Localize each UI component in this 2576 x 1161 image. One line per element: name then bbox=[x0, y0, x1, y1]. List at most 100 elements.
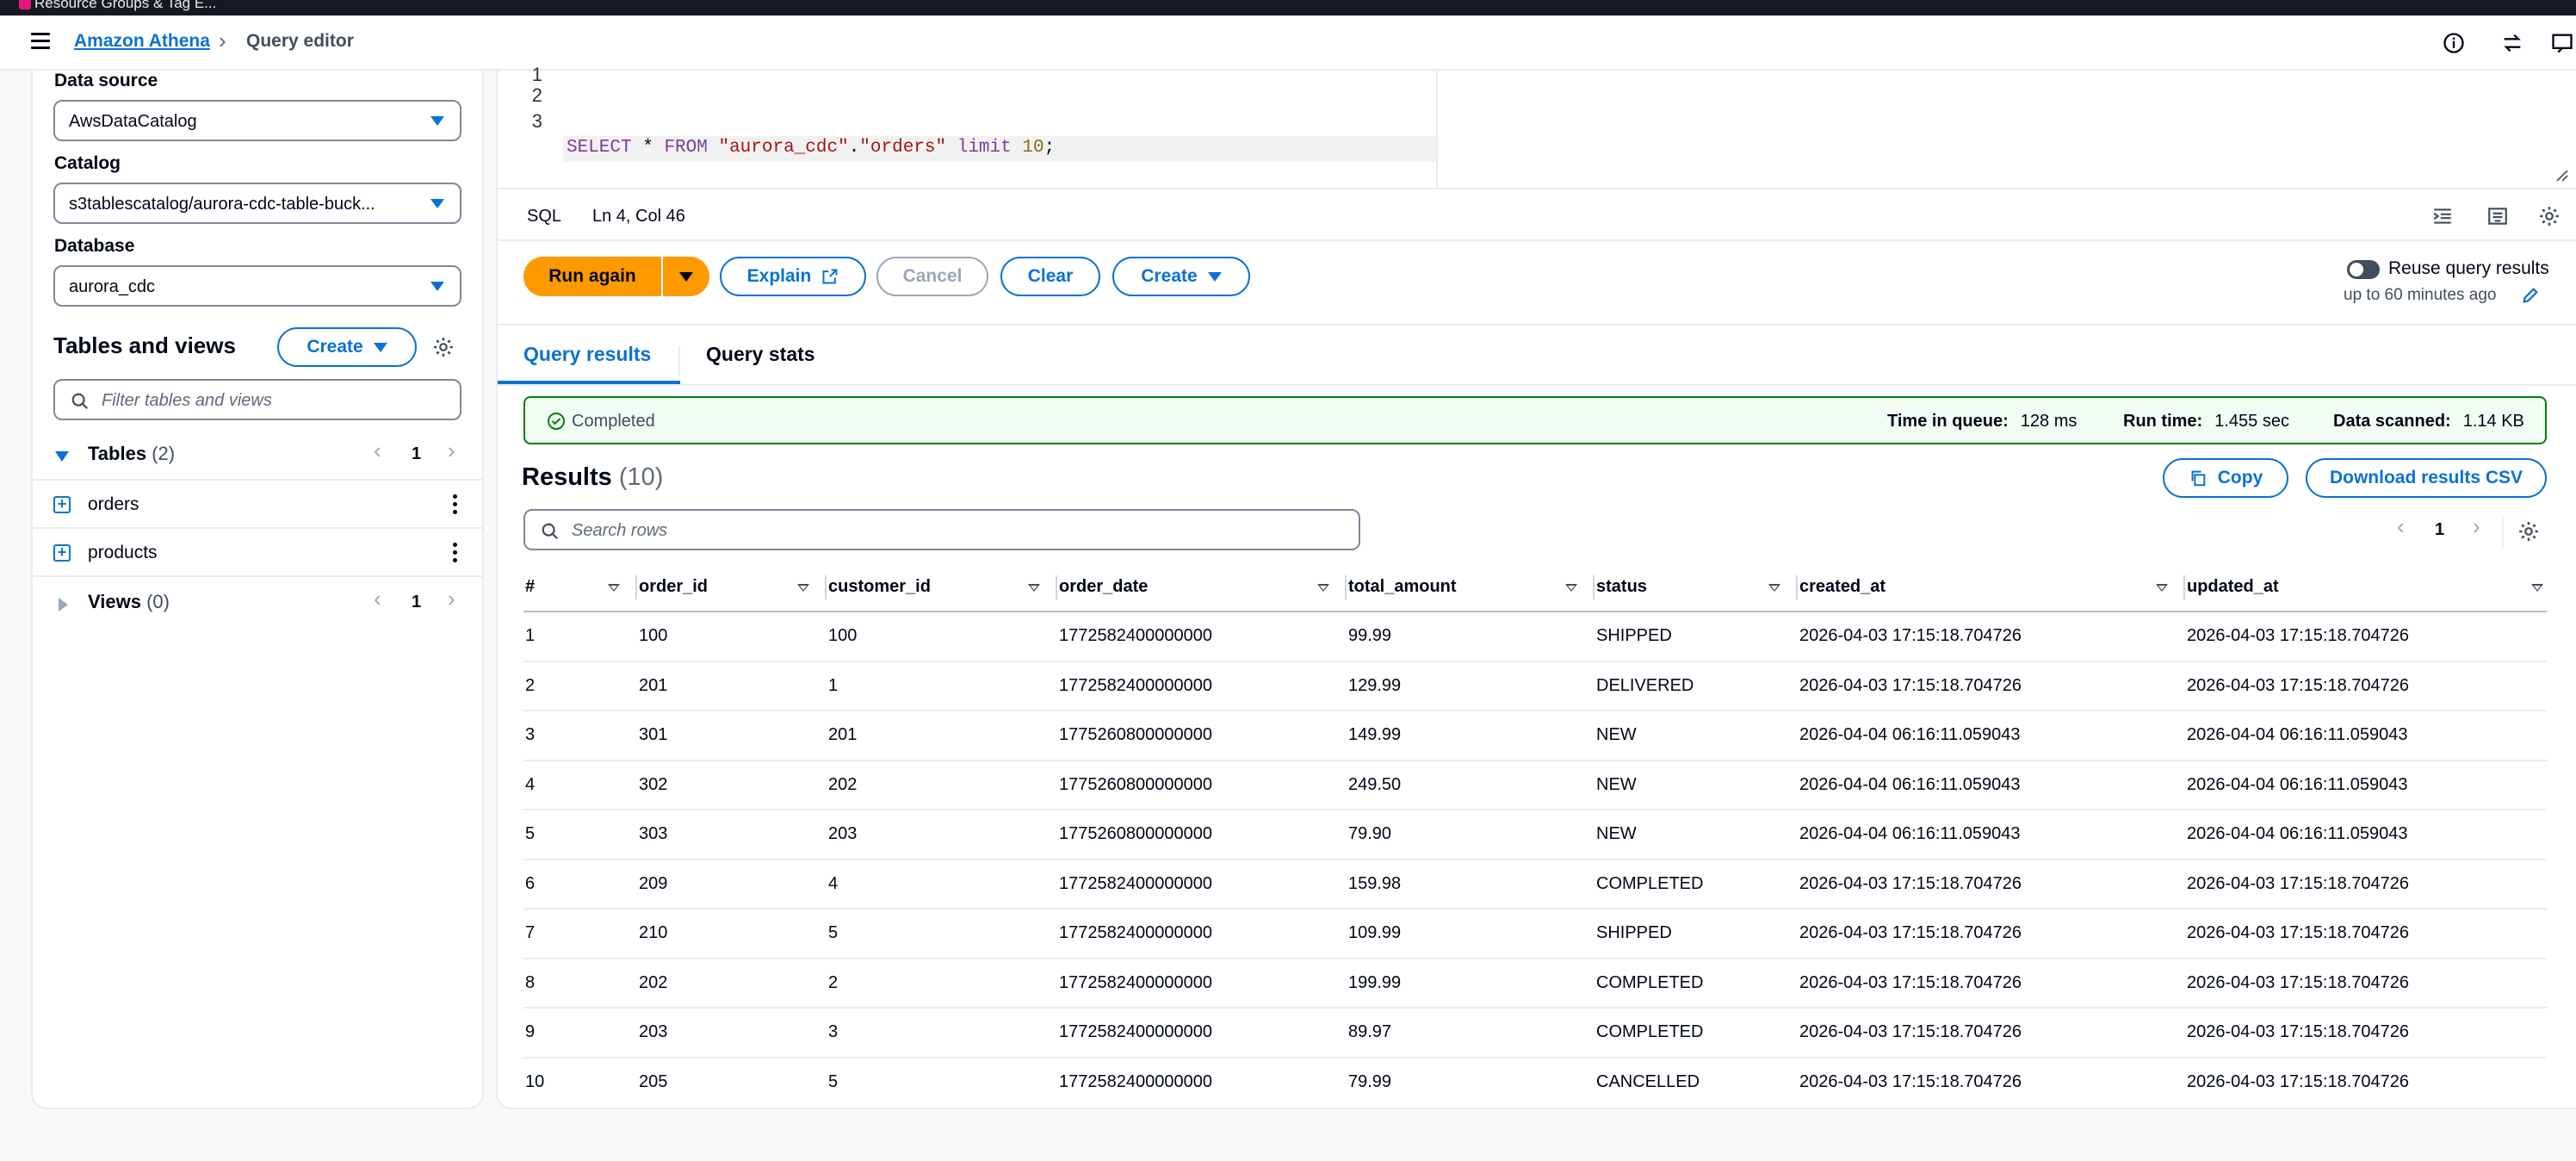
clear-button[interactable]: Clear bbox=[1000, 257, 1100, 296]
more-options-icon[interactable] bbox=[453, 494, 458, 515]
table-row[interactable]: 3 301 201 1775260800000000 149.99 NEW 2026-04-… bbox=[523, 711, 2547, 761]
chevron-left-icon[interactable]: ‹ bbox=[374, 586, 381, 612]
table-preferences-icon[interactable] bbox=[2517, 520, 2540, 543]
filter-tables-input[interactable]: Filter tables and views bbox=[53, 379, 461, 420]
table-row[interactable]: 8 202 2 1772582400000000 199.99 COMPLETED 2026… bbox=[523, 958, 2547, 1009]
sort-icon[interactable] bbox=[1565, 584, 1577, 592]
caret-down-icon bbox=[373, 342, 387, 352]
table-name[interactable]: orders bbox=[88, 494, 139, 515]
column-header-[interactable]: # bbox=[523, 563, 637, 612]
column-header-label: status bbox=[1596, 577, 1647, 596]
sort-icon[interactable] bbox=[797, 584, 809, 592]
breadcrumb-amazon-athena[interactable]: Amazon Athena bbox=[74, 31, 210, 52]
chevron-right-icon[interactable]: › bbox=[448, 586, 455, 612]
column-header-label: updated_at bbox=[2187, 577, 2279, 596]
sort-icon[interactable] bbox=[2531, 584, 2543, 592]
tables-page-number[interactable]: 1 bbox=[412, 444, 421, 464]
search-rows-input[interactable]: Search rows bbox=[523, 509, 1360, 550]
create-button[interactable]: Create bbox=[1112, 257, 1250, 296]
table-row[interactable]: 9 203 3 1772582400000000 89.97 COMPLETED 2026-… bbox=[523, 1008, 2547, 1059]
database-value: aurora_cdc bbox=[69, 277, 156, 296]
sort-icon[interactable] bbox=[1028, 584, 1040, 592]
run-options-button[interactable] bbox=[663, 257, 709, 296]
caret-down-icon bbox=[430, 199, 444, 208]
menu-icon[interactable] bbox=[31, 33, 50, 50]
cell-total_amount: 199.99 bbox=[1347, 958, 1595, 1009]
database-select[interactable]: aurora_cdc bbox=[53, 265, 461, 307]
data-source-value: AwsDataCatalog bbox=[69, 112, 197, 131]
views-page-number[interactable]: 1 bbox=[412, 593, 421, 612]
create-tables-button[interactable]: Create bbox=[277, 327, 417, 367]
expand-right-icon[interactable] bbox=[59, 598, 68, 612]
chevron-left-icon[interactable]: ‹ bbox=[2397, 513, 2405, 540]
column-header-created-at[interactable]: created_at bbox=[1798, 563, 2185, 612]
chevron-right-icon[interactable]: › bbox=[2473, 513, 2480, 540]
format-query-icon[interactable] bbox=[2431, 205, 2454, 227]
tab-query-results[interactable]: Query results bbox=[523, 343, 651, 366]
browser-tab-title[interactable]: Resource Groups & Tag E... bbox=[34, 0, 216, 12]
code-token: "aurora_cdc" bbox=[707, 138, 849, 158]
download-csv-button[interactable]: Download results CSV bbox=[2306, 458, 2547, 498]
sort-icon[interactable] bbox=[1317, 584, 1329, 592]
info-icon[interactable] bbox=[2442, 31, 2466, 55]
catalog-value: s3tablescatalog/aurora-cdc-table-buck... bbox=[69, 195, 375, 214]
clear-label: Clear bbox=[1027, 266, 1074, 286]
table-item-orders[interactable]: + orders bbox=[33, 481, 482, 529]
keyboard-icon[interactable] bbox=[2486, 205, 2509, 227]
chevron-left-icon[interactable]: ‹ bbox=[374, 438, 381, 464]
catalog-select[interactable]: s3tablescatalog/aurora-cdc-table-buck... bbox=[53, 183, 461, 224]
column-header-customer-id[interactable]: customer_id bbox=[827, 563, 1057, 612]
reuse-results-toggle[interactable] bbox=[2347, 260, 2380, 279]
sql-editor[interactable]: 1 2 3 4 SELECT * FROM "aurora_cdc"."orde… bbox=[496, 64, 2576, 243]
table-row[interactable]: 10 205 5 1772582400000000 79.99 CANCELLED 2026… bbox=[523, 1058, 2547, 1108]
download-label: Download results CSV bbox=[2329, 468, 2523, 487]
column-header-order-id[interactable]: order_id bbox=[637, 563, 827, 612]
expand-down-icon[interactable] bbox=[55, 451, 69, 462]
column-header-status[interactable]: status bbox=[1595, 563, 1798, 612]
table-item-products[interactable]: + products bbox=[33, 529, 482, 577]
sort-icon[interactable] bbox=[1768, 584, 1780, 592]
cell-total_amount: 89.97 bbox=[1347, 1008, 1595, 1059]
table-row[interactable]: 2 201 1 1772582400000000 129.99 DELIVERED 2026… bbox=[523, 661, 2547, 711]
settings-gear-icon[interactable] bbox=[432, 336, 455, 358]
sort-icon[interactable] bbox=[608, 584, 620, 592]
column-header-order-date[interactable]: order_date bbox=[1057, 563, 1347, 612]
copy-button[interactable]: Copy bbox=[2163, 458, 2288, 498]
results-page-number[interactable]: 1 bbox=[2435, 520, 2444, 540]
table-row[interactable]: 4 302 202 1775260800000000 249.50 NEW 2026-04-… bbox=[523, 760, 2547, 810]
explain-button[interactable]: Explain bbox=[720, 257, 866, 296]
external-link-icon bbox=[822, 269, 838, 284]
data-source-select[interactable]: AwsDataCatalog bbox=[53, 100, 461, 141]
cell-customer_id: 202 bbox=[827, 760, 1057, 810]
cancel-button[interactable]: Cancel bbox=[876, 257, 988, 296]
table-name[interactable]: products bbox=[88, 543, 158, 563]
views-title[interactable]: Views (0) bbox=[88, 591, 170, 613]
run-again-button[interactable]: Run again bbox=[523, 257, 661, 296]
chevron-right-icon[interactable]: › bbox=[448, 438, 455, 464]
tab-query-stats[interactable]: Query stats bbox=[706, 343, 815, 366]
table-row[interactable]: 1 100 100 1772582400000000 99.99 SHIPPED 2026-… bbox=[523, 612, 2547, 662]
table-row[interactable]: 5 303 203 1775260800000000 79.90 NEW 2026-04-0… bbox=[523, 810, 2547, 860]
cell-order_id: 205 bbox=[639, 1072, 668, 1092]
column-header-updated-at[interactable]: updated_at bbox=[2185, 563, 2547, 612]
editor-settings-icon[interactable] bbox=[2538, 205, 2561, 227]
cell-status: DELIVERED bbox=[1595, 661, 1798, 711]
cell-order_date: 1772582400000000 bbox=[1057, 1008, 1347, 1059]
column-header-total-amount[interactable]: total_amount bbox=[1347, 563, 1595, 612]
sidebar: Data source AwsDataCatalog Catalog s3tab… bbox=[31, 71, 484, 1109]
expand-plus-icon[interactable]: + bbox=[53, 544, 71, 562]
breadcrumb-separator-icon: › bbox=[219, 28, 226, 53]
resize-handle-icon[interactable] bbox=[2554, 167, 2569, 183]
table-row[interactable]: 7 210 5 1772582400000000 109.99 SHIPPED 2026-0… bbox=[523, 909, 2547, 959]
feedback-icon[interactable] bbox=[2550, 31, 2574, 55]
time-in-queue: Time in queue: 128 ms bbox=[1887, 412, 2077, 431]
table-row[interactable]: 6 209 4 1772582400000000 159.98 COMPLETED 2026… bbox=[523, 859, 2547, 910]
expand-plus-icon[interactable]: + bbox=[53, 496, 71, 513]
sql-code[interactable]: SELECT * FROM "aurora_cdc"."orders" limi… bbox=[567, 138, 1055, 158]
cell-updated_at: 2026-04-03 17:15:18.704726 bbox=[2185, 1008, 2547, 1059]
cell-order_id: 210 bbox=[637, 909, 827, 959]
more-options-icon[interactable] bbox=[453, 543, 458, 563]
sort-icon[interactable] bbox=[2156, 584, 2168, 592]
edit-pencil-icon[interactable] bbox=[2521, 286, 2540, 305]
transfer-icon[interactable] bbox=[2500, 31, 2524, 55]
